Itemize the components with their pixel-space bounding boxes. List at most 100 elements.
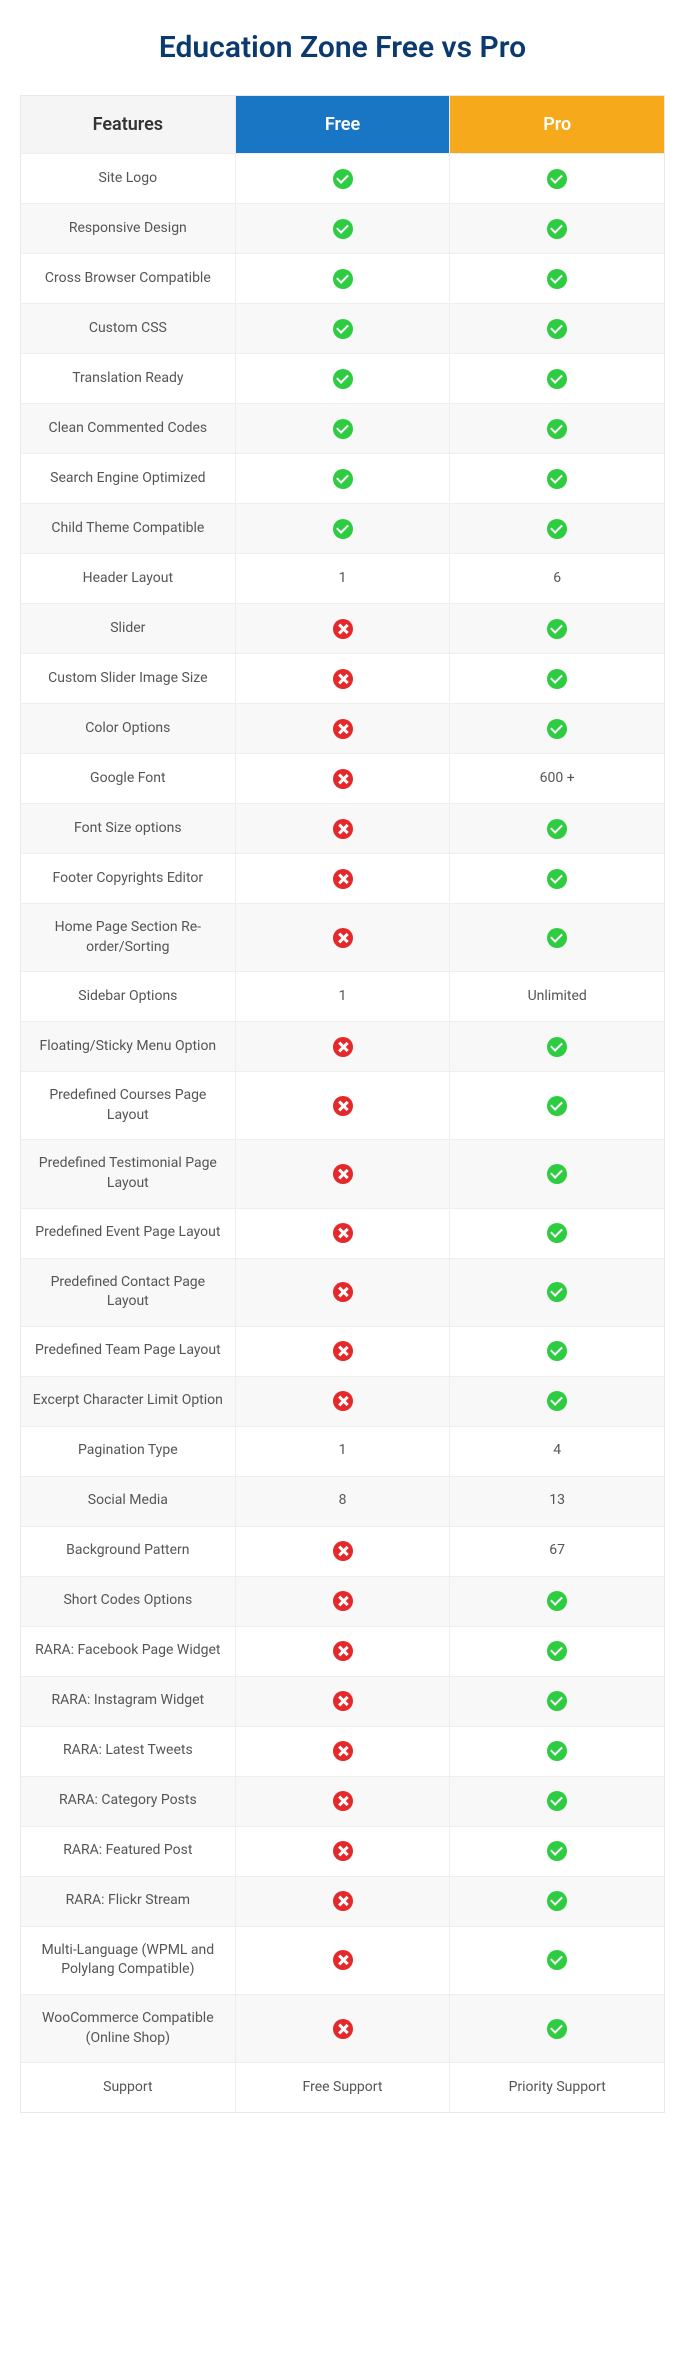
feature-name-cell: Predefined Event Page Layout — [21, 1209, 236, 1258]
free-cell — [236, 1877, 451, 1926]
check-icon — [547, 1223, 567, 1243]
check-icon — [547, 1591, 567, 1611]
feature-name-cell: Color Options — [21, 704, 236, 753]
free-cell — [236, 1022, 451, 1071]
cross-icon — [333, 1164, 353, 1184]
free-cell: 1 — [236, 1427, 451, 1476]
feature-name-cell: Excerpt Character Limit Option — [21, 1377, 236, 1426]
check-icon — [547, 669, 567, 689]
free-cell — [236, 1995, 451, 2062]
pro-cell — [450, 1677, 664, 1726]
table-row: Predefined Event Page Layout — [21, 1208, 664, 1258]
check-icon — [333, 169, 353, 189]
table-row: Predefined Contact Page Layout — [21, 1258, 664, 1326]
header-features: Features — [21, 96, 236, 153]
cross-icon — [333, 869, 353, 889]
pro-cell — [450, 1209, 664, 1258]
table-row: SupportFree SupportPriority Support — [21, 2062, 664, 2112]
cross-icon — [333, 1891, 353, 1911]
cross-icon — [333, 1641, 353, 1661]
table-row: Custom CSS — [21, 303, 664, 353]
free-cell — [236, 154, 451, 203]
free-cell — [236, 1777, 451, 1826]
cross-icon — [333, 1950, 353, 1970]
check-icon — [547, 319, 567, 339]
free-cell — [236, 1927, 451, 1994]
cell-text: Priority Support — [509, 2078, 606, 2098]
feature-name-cell: RARA: Instagram Widget — [21, 1677, 236, 1726]
check-icon — [333, 469, 353, 489]
cross-icon — [333, 2019, 353, 2039]
check-icon — [333, 269, 353, 289]
feature-name-cell: Clean Commented Codes — [21, 404, 236, 453]
check-icon — [547, 1950, 567, 1970]
cross-icon — [333, 928, 353, 948]
table-row: Translation Ready — [21, 353, 664, 403]
cell-text: 67 — [549, 1541, 565, 1561]
table-row: Pagination Type14 — [21, 1426, 664, 1476]
free-cell — [236, 904, 451, 971]
table-header-row: Features Free Pro — [21, 96, 664, 153]
table-row: Footer Copyrights Editor — [21, 853, 664, 903]
table-row: Multi-Language (WPML and Polylang Compat… — [21, 1926, 664, 1994]
check-icon — [333, 419, 353, 439]
table-row: RARA: Category Posts — [21, 1776, 664, 1826]
pro-cell — [450, 1577, 664, 1626]
cross-icon — [333, 1282, 353, 1302]
check-icon — [547, 269, 567, 289]
feature-name-cell: Social Media — [21, 1477, 236, 1526]
check-icon — [547, 1741, 567, 1761]
free-cell — [236, 204, 451, 253]
feature-name-cell: Translation Ready — [21, 354, 236, 403]
table-row: Custom Slider Image Size — [21, 653, 664, 703]
table-row: Predefined Courses Page Layout — [21, 1071, 664, 1139]
pro-cell — [450, 1777, 664, 1826]
free-cell — [236, 604, 451, 653]
free-cell — [236, 1209, 451, 1258]
free-cell — [236, 1727, 451, 1776]
header-pro: Pro — [450, 96, 664, 153]
table-row: Home Page Section Re-order/Sorting — [21, 903, 664, 971]
check-icon — [547, 1891, 567, 1911]
check-icon — [547, 1391, 567, 1411]
pro-cell: Unlimited — [450, 972, 664, 1021]
cross-icon — [333, 1591, 353, 1611]
table-row: Child Theme Compatible — [21, 503, 664, 553]
free-cell — [236, 1627, 451, 1676]
feature-name-cell: RARA: Category Posts — [21, 1777, 236, 1826]
cross-icon — [333, 819, 353, 839]
cross-icon — [333, 769, 353, 789]
table-row: Predefined Testimonial Page Layout — [21, 1139, 664, 1207]
cross-icon — [333, 1541, 353, 1561]
cell-text: 1 — [339, 569, 347, 589]
check-icon — [547, 2019, 567, 2039]
check-icon — [547, 369, 567, 389]
feature-name-cell: Pagination Type — [21, 1427, 236, 1476]
check-icon — [547, 619, 567, 639]
feature-name-cell: Home Page Section Re-order/Sorting — [21, 904, 236, 971]
feature-name-cell: Site Logo — [21, 154, 236, 203]
feature-name-cell: Header Layout — [21, 554, 236, 603]
header-free: Free — [236, 96, 451, 153]
table-row: RARA: Instagram Widget — [21, 1676, 664, 1726]
free-cell — [236, 1527, 451, 1576]
check-icon — [547, 1037, 567, 1057]
cross-icon — [333, 1691, 353, 1711]
cell-text: 8 — [339, 1491, 347, 1511]
table-row: Color Options — [21, 703, 664, 753]
cross-icon — [333, 1341, 353, 1361]
feature-name-cell: Predefined Team Page Layout — [21, 1327, 236, 1376]
table-row: Google Font600 + — [21, 753, 664, 803]
cell-text: 6 — [553, 569, 561, 589]
cross-icon — [333, 1223, 353, 1243]
pro-cell — [450, 1022, 664, 1071]
feature-name-cell: RARA: Latest Tweets — [21, 1727, 236, 1776]
pro-cell — [450, 1877, 664, 1926]
table-row: Predefined Team Page Layout — [21, 1326, 664, 1376]
table-row: RARA: Latest Tweets — [21, 1726, 664, 1776]
pro-cell — [450, 1377, 664, 1426]
table-row: Social Media813 — [21, 1476, 664, 1526]
free-cell — [236, 454, 451, 503]
feature-name-cell: Multi-Language (WPML and Polylang Compat… — [21, 1927, 236, 1994]
pro-cell: 6 — [450, 554, 664, 603]
